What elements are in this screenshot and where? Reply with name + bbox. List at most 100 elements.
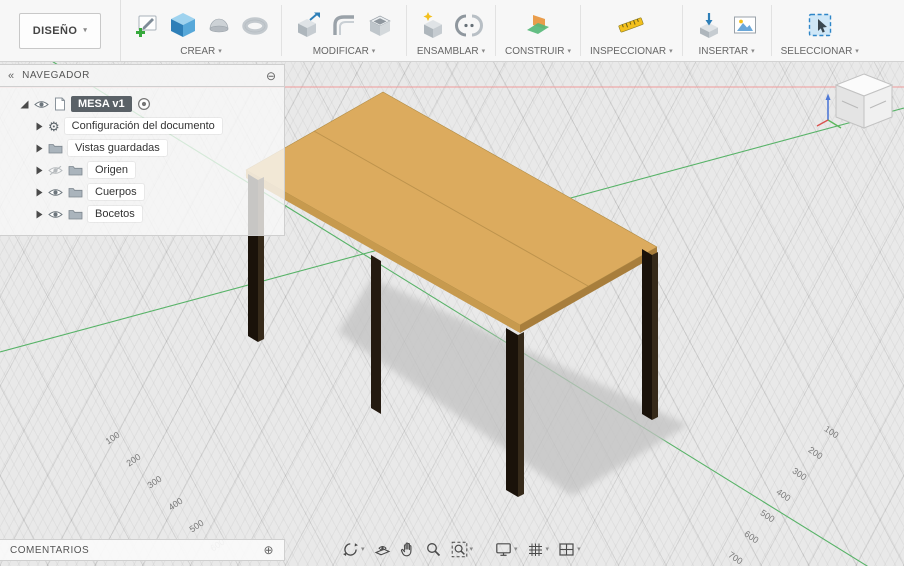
magnifier-icon: [426, 542, 440, 556]
measure-icon: [618, 17, 644, 32]
table-leg-right[interactable]: [642, 249, 658, 420]
table-leg-back[interactable]: [371, 255, 381, 414]
torus-icon: [242, 16, 268, 35]
navigator-item-origin[interactable]: Origen: [0, 159, 284, 181]
zoom-button[interactable]: [423, 540, 444, 559]
chevron-down-icon: ▾: [751, 48, 755, 55]
pan-button[interactable]: [398, 540, 418, 559]
navigator-root-row[interactable]: MESA v1: [0, 93, 284, 115]
look-at-icon: [374, 545, 390, 555]
minimize-navigator-icon[interactable]: ⊖: [266, 70, 276, 82]
workspace-switcher[interactable]: DISEÑO ▾: [18, 12, 102, 49]
construction-plane-button[interactable]: [521, 6, 555, 44]
navigator-item-label[interactable]: Origen: [88, 162, 136, 178]
chevron-down-icon: ▾: [669, 48, 673, 55]
insert-derive-button[interactable]: [692, 6, 726, 44]
fit-button[interactable]: ▾: [449, 540, 476, 559]
chevron-down-icon: ▾: [371, 48, 376, 55]
image-canvas-icon: [733, 16, 756, 33]
chevron-down-icon: ▾: [469, 545, 474, 553]
crear-dropdown[interactable]: CREAR ▾: [180, 46, 222, 59]
navigation-toolbar: ▾ ▾ ▾ ▾ ▾: [340, 537, 583, 561]
visibility-eye-icon[interactable]: [48, 209, 63, 220]
group-label: CONSTRUIR: [505, 46, 565, 57]
main-toolbar: DISEÑO ▾ CREAR ▾ MODIFICAR ▾ ENSAMBLAR ▾…: [0, 0, 904, 62]
look-at-button[interactable]: [372, 540, 393, 559]
group-label: MODIFICAR: [312, 46, 369, 57]
viewcube-cube[interactable]: [834, 73, 894, 129]
group-label: INSPECCIONAR: [589, 46, 667, 57]
navigator-panel: « NAVEGADOR ⊖ MESA v1 ⚙ Configuración de…: [0, 64, 285, 236]
comments-bar[interactable]: COMENTARIOS ⊕: [0, 539, 285, 561]
select-cursor-icon: [808, 13, 831, 36]
viewports-button[interactable]: ▾: [556, 540, 583, 559]
disclosure-triangle-icon[interactable]: [36, 144, 43, 153]
disclosure-triangle-icon[interactable]: [36, 210, 43, 219]
navigator-title: NAVEGADOR: [22, 70, 90, 81]
display-settings-button[interactable]: ▾: [493, 540, 520, 559]
joint-button[interactable]: [452, 6, 486, 44]
navigator-tree: MESA v1 ⚙ Configuración del documento Vi…: [0, 87, 284, 235]
navigator-item-label[interactable]: Configuración del documento: [64, 118, 222, 134]
visibility-eye-icon[interactable]: [34, 99, 49, 110]
expanded-marker-icon[interactable]: [20, 100, 29, 109]
revolve-icon: [209, 18, 229, 32]
extrude-button[interactable]: [166, 6, 200, 44]
viewport-canvas[interactable]: 100 200 300 400 500 600 100 200 300 400 …: [0, 62, 904, 566]
sketch-icon: [136, 15, 157, 37]
comments-label: COMENTARIOS: [10, 544, 90, 556]
insert-canvas-button[interactable]: [728, 6, 762, 44]
new-component-icon: [423, 11, 442, 38]
group-label: SELECCIONAR: [780, 46, 853, 57]
select-button[interactable]: [803, 6, 837, 44]
disclosure-triangle-icon[interactable]: [36, 122, 43, 131]
joint-icon: [455, 14, 483, 36]
activate-component-icon[interactable]: [137, 97, 151, 111]
chevron-down-icon: ▾: [855, 48, 859, 55]
modificar-dropdown[interactable]: MODIFICAR ▾: [313, 46, 376, 59]
navigator-item-label[interactable]: Bocetos: [88, 206, 142, 222]
collapse-panel-icon[interactable]: «: [8, 70, 14, 82]
press-pull-button[interactable]: [291, 6, 325, 44]
grid-snaps-button[interactable]: ▾: [525, 540, 552, 559]
expand-comments-icon[interactable]: ⊕: [263, 544, 274, 556]
chevron-down-icon: ▾: [83, 27, 88, 34]
create-sketch-button[interactable]: [130, 6, 164, 44]
chevron-down-icon: ▾: [577, 545, 581, 553]
inspeccionar-dropdown[interactable]: INSPECCIONAR ▾: [590, 46, 673, 59]
navigator-item-saved-views[interactable]: Vistas guardadas: [0, 137, 284, 159]
navigator-item-document-settings[interactable]: ⚙ Configuración del documento: [0, 115, 284, 137]
navigator-item-bodies[interactable]: Cuerpos: [0, 181, 284, 203]
fillet-button[interactable]: [327, 6, 361, 44]
grid-icon: [528, 543, 542, 556]
shell-button[interactable]: [363, 6, 397, 44]
navigator-item-label[interactable]: Cuerpos: [88, 184, 144, 200]
group-label: CREAR: [180, 46, 216, 57]
viewcube[interactable]: [814, 70, 898, 149]
table-leg-front[interactable]: [506, 328, 524, 497]
visibility-eye-off-icon[interactable]: [48, 165, 63, 176]
disclosure-triangle-icon[interactable]: [36, 188, 43, 197]
sweep-button[interactable]: [238, 6, 272, 44]
new-component-button[interactable]: [416, 6, 450, 44]
construir-dropdown[interactable]: CONSTRUIR ▾: [505, 46, 571, 59]
disclosure-triangle-icon[interactable]: [36, 166, 43, 175]
workspace-label: DISEÑO: [32, 24, 78, 37]
group-label: ENSAMBLAR: [416, 46, 479, 57]
navigator-header: « NAVEGADOR ⊖: [0, 65, 284, 87]
measure-button[interactable]: [614, 6, 648, 44]
orbit-button[interactable]: ▾: [340, 540, 367, 559]
navigator-item-sketches[interactable]: Bocetos: [0, 203, 284, 225]
seleccionar-dropdown[interactable]: SELECCIONAR ▾: [781, 46, 859, 59]
insertar-dropdown[interactable]: INSERTAR ▾: [699, 46, 755, 59]
revolve-button[interactable]: [202, 6, 236, 44]
toolbar-group-ensamblar: ENSAMBLAR ▾: [407, 0, 495, 61]
navigator-item-label[interactable]: Vistas guardadas: [68, 140, 167, 156]
visibility-eye-icon[interactable]: [48, 187, 63, 198]
navigator-root-label[interactable]: MESA v1: [71, 96, 132, 112]
chevron-down-icon: ▾: [567, 48, 571, 55]
toolbar-group-inspeccionar: INSPECCIONAR ▾: [581, 0, 682, 61]
folder-icon: [68, 188, 83, 198]
ensamblar-dropdown[interactable]: ENSAMBLAR ▾: [417, 46, 485, 59]
extrude-box-icon: [171, 12, 195, 37]
